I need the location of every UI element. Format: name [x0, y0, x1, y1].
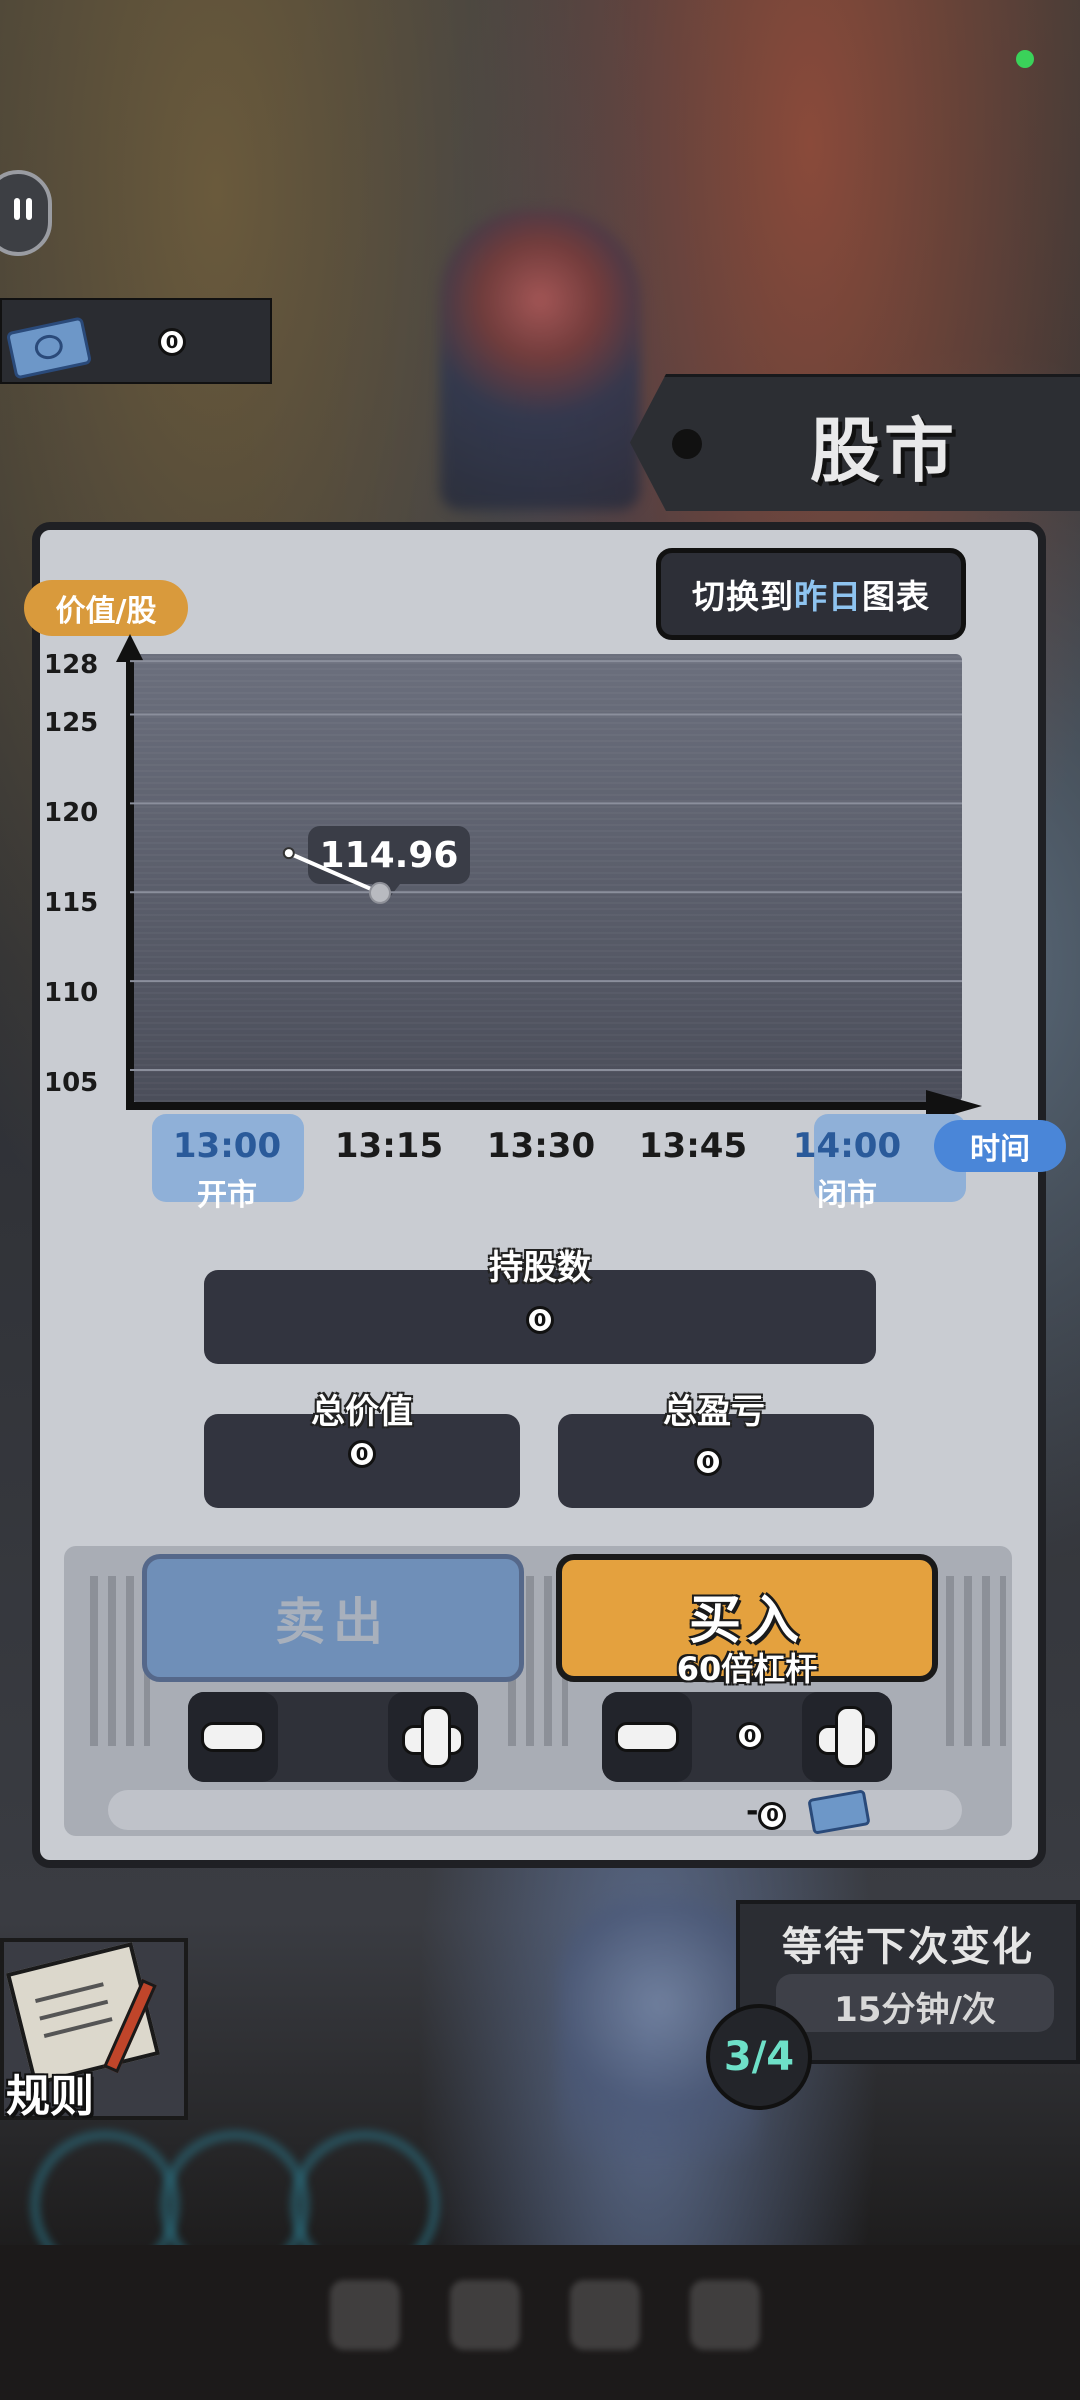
holdings-value: 0 — [526, 1306, 554, 1334]
open-label: 开市 — [197, 1178, 257, 1213]
holdings-label: 持股数 — [489, 1248, 591, 1288]
currency-bar: 0 — [0, 298, 272, 384]
cost-value: 0 — [758, 1801, 787, 1830]
rules-label: 规则 — [6, 2071, 94, 2122]
chat-bubble-icon[interactable] — [0, 170, 52, 256]
bottom-nav-bar — [0, 2245, 1080, 2400]
bottom-nav-icon-2 — [450, 2280, 520, 2350]
decor-stripes-left — [90, 1576, 150, 1746]
y-tick-120: 120 — [44, 798, 99, 828]
y-axis-label: 价值/股 — [24, 580, 188, 636]
y-tick-105: 105 — [44, 1068, 99, 1098]
bottom-nav-icon-3 — [570, 2280, 640, 2350]
x-axis-label: 时间 — [934, 1120, 1066, 1172]
chart-plot-area — [130, 654, 962, 1102]
series-line-0 — [287, 851, 381, 895]
buy-plus-button[interactable] — [802, 1692, 892, 1782]
decor-stripes-right — [946, 1576, 1006, 1746]
bottom-nav-icon-1 — [330, 2280, 400, 2350]
minus-icon — [201, 1722, 265, 1752]
sell-quantity-stepper — [188, 1692, 478, 1782]
sell-button[interactable]: 卖出 — [142, 1554, 524, 1682]
round-counter-badge: 3/4 — [706, 2004, 812, 2110]
y-tick-125: 125 — [44, 708, 99, 738]
x-tick-1345: 13:45 — [638, 1126, 748, 1166]
wait-rate: 15分钟/次 — [834, 1990, 996, 2030]
leverage-label: 60倍杠杆 — [676, 1650, 818, 1688]
switch-prefix: 切换到 — [692, 577, 794, 616]
switch-chart-button[interactable]: 切换到 昨日 图表 — [656, 548, 966, 640]
data-point-current — [369, 881, 391, 904]
banner-notch — [672, 429, 702, 459]
x-axis-line — [126, 1102, 964, 1110]
title-banner: 股市 — [630, 374, 1080, 511]
switch-highlight: 昨日 — [794, 577, 862, 616]
bottom-nav-icon-4 — [690, 2280, 760, 2350]
close-label: 闭市 — [817, 1178, 877, 1213]
total-value: 0 — [348, 1440, 376, 1468]
status-indicator-dot — [1016, 50, 1034, 68]
x-tick-1330: 13:30 — [486, 1126, 596, 1166]
cost-display: -0 — [746, 1794, 787, 1830]
x-tick-1315: 13:15 — [334, 1126, 444, 1166]
cost-prefix: - — [746, 1794, 759, 1829]
total-pnl: 0 — [694, 1448, 722, 1476]
plus-icon — [816, 1706, 878, 1768]
total-pnl-label: 总盈亏 — [663, 1392, 765, 1432]
background-character — [440, 210, 640, 510]
buy-button[interactable]: 买入 60倍杠杆 — [556, 1554, 938, 1688]
x-tick-1300: 13:00 — [172, 1126, 282, 1166]
y-tick-115: 115 — [44, 888, 99, 918]
buy-label: 买入 — [688, 1591, 805, 1651]
minus-icon — [615, 1722, 679, 1752]
buy-minus-button[interactable] — [602, 1692, 692, 1782]
y-tick-128: 128 — [44, 650, 99, 680]
sell-plus-button[interactable] — [388, 1692, 478, 1782]
data-point — [282, 847, 295, 860]
buy-quantity: 0 — [736, 1722, 764, 1750]
x-tick-1400: 14:00 — [792, 1126, 902, 1166]
total-value-label: 总价值 — [311, 1392, 413, 1432]
y-tick-110: 110 — [44, 978, 99, 1008]
chart-svg — [130, 660, 962, 1071]
buy-quantity-stepper: 0 — [602, 1692, 892, 1782]
plus-icon — [402, 1706, 464, 1768]
wait-title: 等待下次变化 — [782, 1924, 1034, 1970]
ticket-icon — [5, 316, 93, 380]
money-value: 0 — [158, 328, 186, 356]
switch-suffix: 图表 — [862, 577, 930, 616]
page-title: 股市 — [810, 410, 958, 492]
sell-minus-button[interactable] — [188, 1692, 278, 1782]
